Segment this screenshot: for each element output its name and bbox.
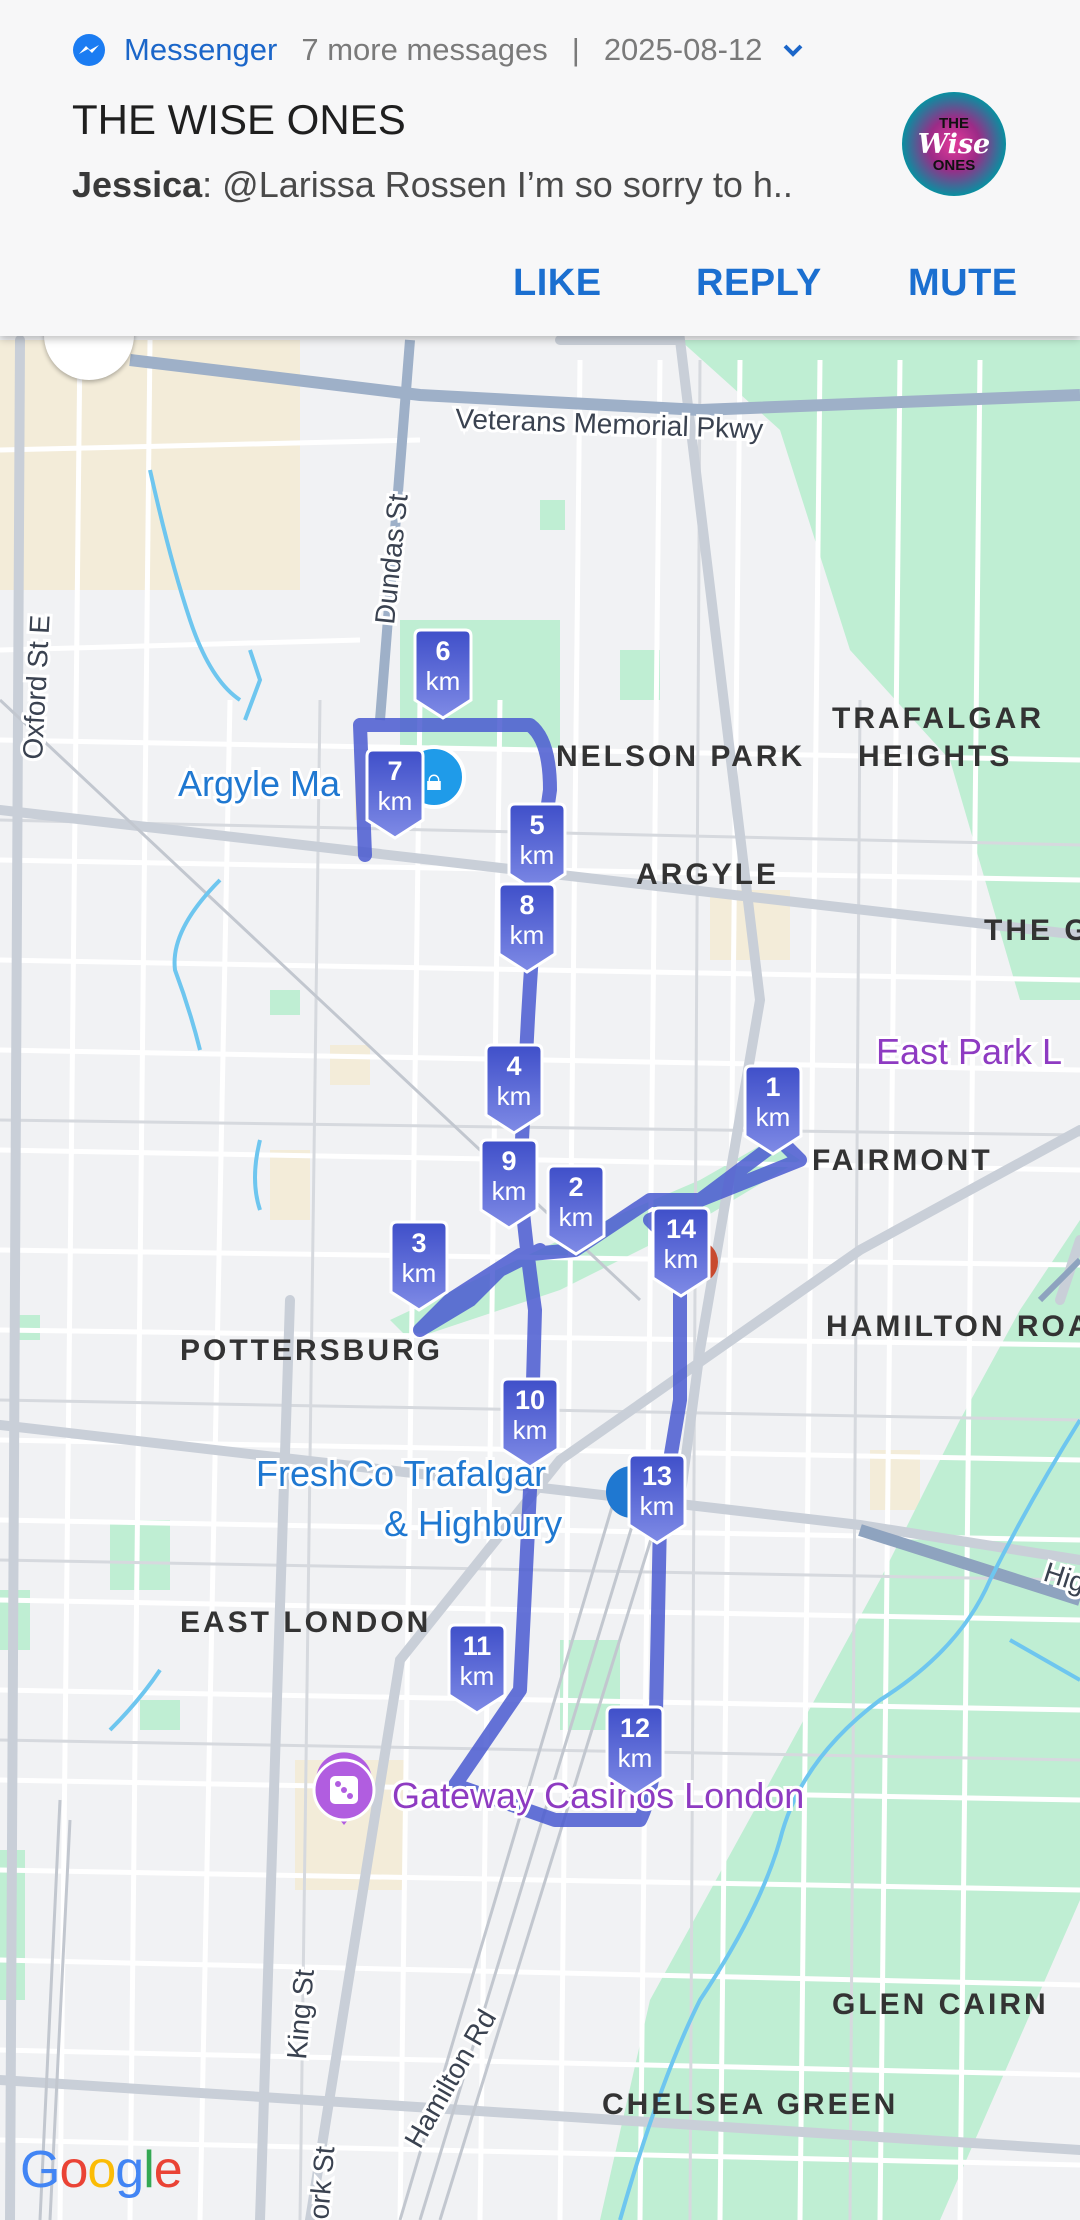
message-preview: Jessica: @Larissa Rossen I’m so sorry to…: [72, 164, 872, 206]
label-nelson-park: NELSON PARK: [556, 740, 805, 773]
shopping-bag-icon: 🔒︎: [426, 763, 442, 798]
km-marker-1[interactable]: 1km: [743, 1064, 803, 1156]
label-hamilton-road: HAMILTON ROA: [826, 1310, 1080, 1343]
google-logo-letter: G: [20, 2141, 60, 2199]
notification-header: Messenger 7 more messages | 2025-08-12: [72, 30, 806, 70]
km-marker-6[interactable]: 6km: [413, 628, 473, 720]
km-marker-3[interactable]: 3km: [389, 1220, 449, 1312]
km-marker-unit: km: [756, 1102, 791, 1132]
km-marker-number: 7: [387, 756, 402, 786]
label-the-g: THE G: [984, 914, 1080, 947]
message-text: : @Larissa Rossen I’m so sorry to h..: [202, 164, 793, 205]
km-marker-14[interactable]: 14km: [651, 1206, 711, 1298]
avatar-text-2: Wise: [917, 128, 991, 160]
label-east-london: EAST LONDON: [180, 1606, 431, 1639]
label-glen-cairn: GLEN CAIRN: [832, 1988, 1049, 2021]
google-logo-letter: l: [143, 2141, 155, 2199]
place-east-park[interactable]: East Park L: [873, 1028, 1065, 1075]
km-marker-unit: km: [497, 1081, 532, 1111]
google-logo-letter: e: [153, 2141, 183, 2199]
label-chelsea-green: CHELSEA GREEN: [602, 2088, 898, 2121]
more-messages: 7 more messages: [301, 32, 548, 67]
km-marker-4[interactable]: 4km: [484, 1043, 544, 1135]
km-marker-5[interactable]: 5km: [507, 802, 567, 894]
km-marker-2[interactable]: 2km: [546, 1164, 606, 1256]
km-marker-unit: km: [618, 1743, 653, 1773]
messenger-notification[interactable]: Messenger 7 more messages | 2025-08-12 T…: [0, 0, 1080, 336]
google-logo-letter: o: [87, 2141, 116, 2199]
app-name: Messenger: [124, 32, 278, 67]
km-marker-unit: km: [520, 840, 555, 870]
label-fairmont: FAIRMONT: [812, 1144, 993, 1177]
km-marker-unit: km: [460, 1661, 495, 1691]
mute-button[interactable]: MUTE: [908, 262, 1018, 305]
place-freshco-line2[interactable]: & Highbury: [381, 1500, 565, 1547]
km-marker-unit: km: [492, 1176, 527, 1206]
km-marker-number: 8: [519, 890, 534, 920]
km-marker-unit: km: [664, 1244, 699, 1274]
place-gateway-casinos[interactable]: Gateway Casinos London: [389, 1772, 807, 1819]
label-argyle: ARGYLE: [636, 858, 779, 891]
google-logo-letter: g: [115, 2141, 144, 2199]
km-marker-number: 12: [620, 1713, 650, 1743]
messenger-icon: [73, 34, 105, 66]
km-marker-12[interactable]: 12km: [605, 1705, 665, 1797]
km-marker-8[interactable]: 8km: [497, 882, 557, 974]
street-york: ork St: [303, 2145, 340, 2220]
km-marker-number: 6: [435, 636, 450, 666]
km-marker-unit: km: [402, 1258, 437, 1288]
header-separator: |: [571, 32, 580, 67]
like-button[interactable]: LIKE: [513, 262, 602, 305]
km-marker-number: 4: [506, 1051, 521, 1081]
km-marker-number: 5: [529, 810, 544, 840]
km-marker-unit: km: [510, 920, 545, 950]
avatar-text-3: ONES: [932, 156, 976, 174]
group-avatar: THE Wise ONES: [902, 92, 1006, 196]
km-marker-10[interactable]: 10km: [500, 1377, 560, 1469]
km-marker-number: 13: [642, 1461, 672, 1491]
notification-actions: LIKE REPLY MUTE: [0, 262, 1080, 312]
km-marker-9[interactable]: 9km: [479, 1138, 539, 1230]
reply-button[interactable]: REPLY: [696, 262, 822, 305]
km-marker-13[interactable]: 13km: [627, 1453, 687, 1545]
conversation-title: THE WISE ONES: [72, 96, 406, 143]
km-marker-number: 14: [666, 1214, 696, 1244]
google-logo: Google: [20, 2140, 183, 2200]
place-freshco-line1[interactable]: FreshCo Trafalgar: [253, 1450, 549, 1497]
km-marker-unit: km: [559, 1202, 594, 1232]
km-marker-7[interactable]: 7km: [365, 748, 425, 840]
km-marker-unit: km: [513, 1415, 548, 1445]
google-logo-letter: o: [59, 2141, 88, 2199]
km-marker-number: 11: [463, 1631, 492, 1661]
place-argyle-mall[interactable]: Argyle Ma: [175, 760, 344, 807]
km-marker-unit: km: [378, 786, 413, 816]
label-trafalgar-heights-1: TRAFALGAR: [832, 702, 1044, 735]
message-sender: Jessica: [72, 164, 203, 205]
label-trafalgar-heights-2: HEIGHTS: [858, 740, 1012, 773]
km-marker-number: 10: [515, 1385, 545, 1415]
km-marker-unit: km: [426, 666, 461, 696]
km-marker-11[interactable]: 11km: [447, 1623, 507, 1715]
km-marker-number: 3: [411, 1228, 426, 1258]
notification-date: 2025-08-12: [603, 32, 763, 67]
label-pottersburg: POTTERSBURG: [180, 1334, 443, 1367]
km-marker-number: 1: [765, 1072, 780, 1102]
chevron-down-icon[interactable]: [780, 37, 806, 63]
km-marker-number: 2: [568, 1172, 583, 1202]
km-marker-unit: km: [640, 1491, 675, 1521]
km-marker-number: 9: [501, 1146, 516, 1176]
